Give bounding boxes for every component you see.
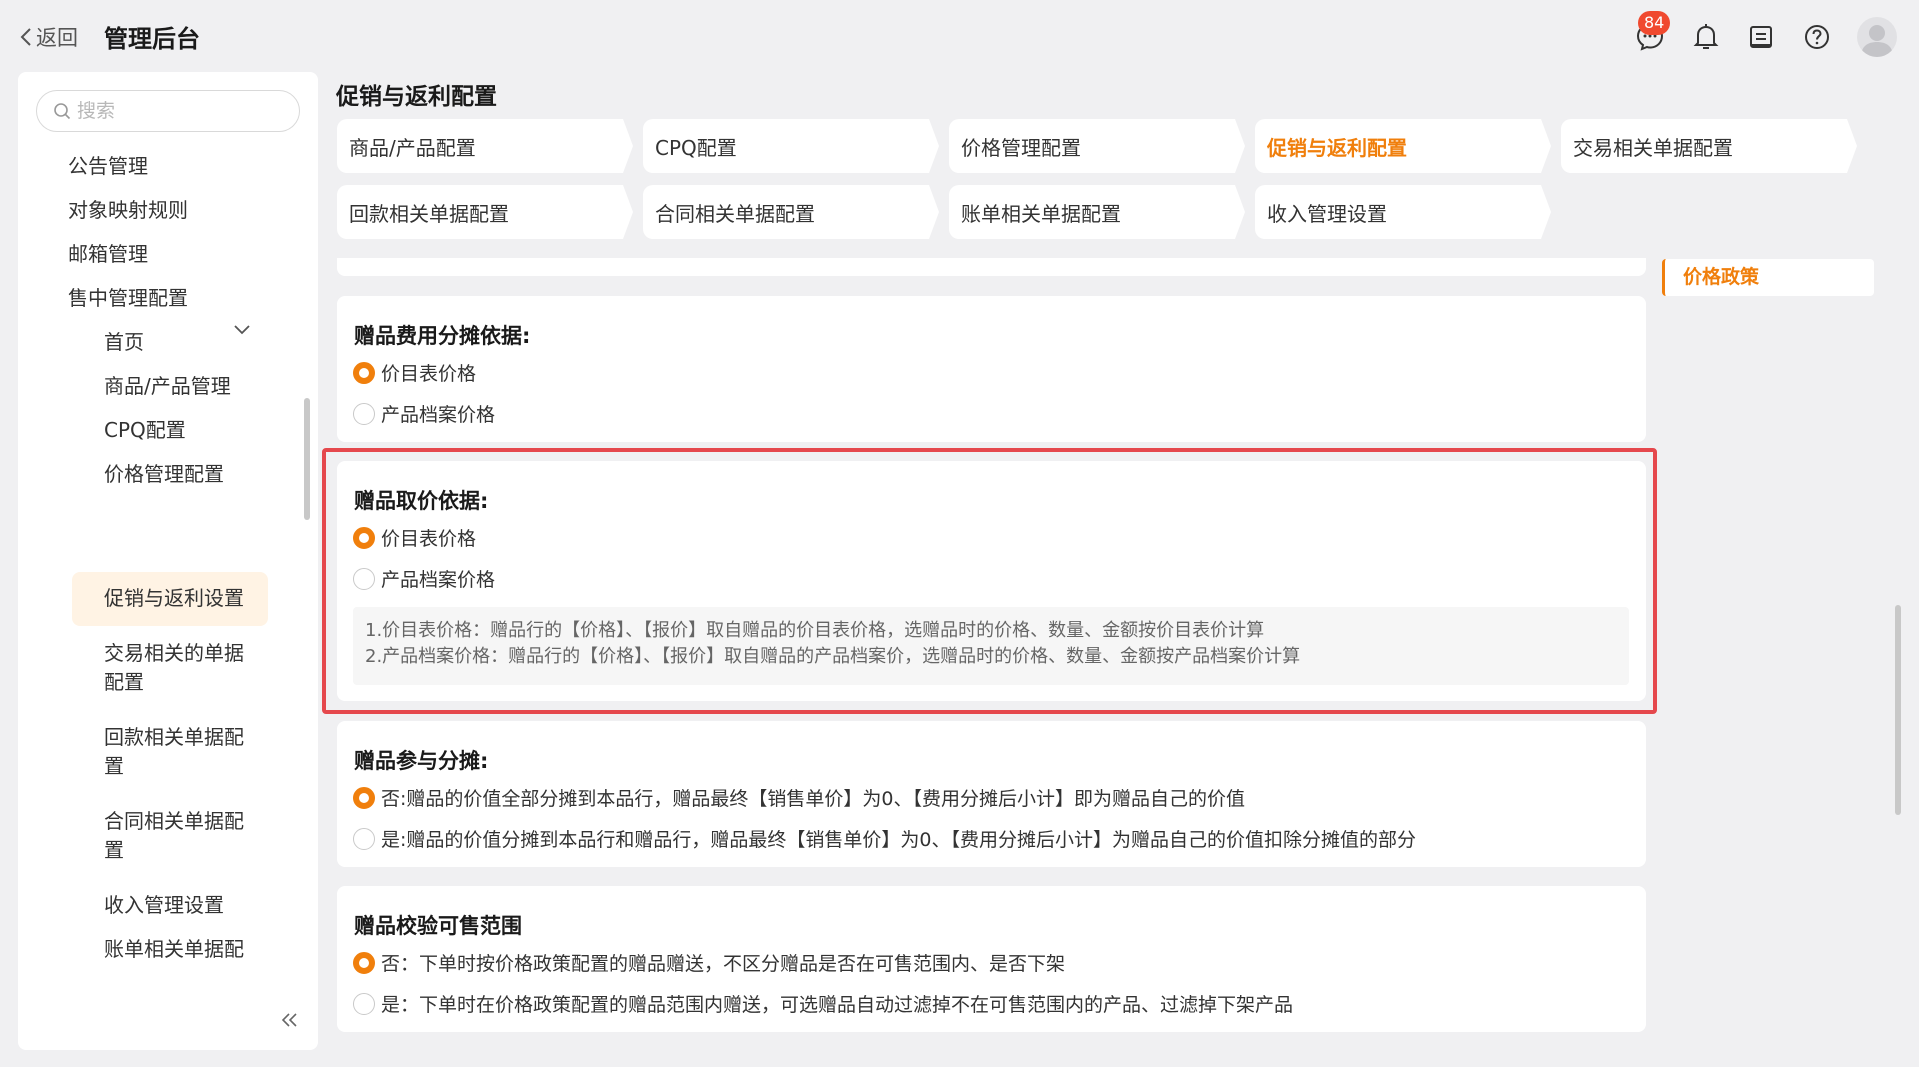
radio-label: 产品档案价格 <box>381 569 496 591</box>
sidebar-subitem-pricing[interactable]: 价格管理配置 <box>86 460 256 489</box>
sidebar: 公告管理 对象映射规则 邮箱管理 售中管理配置 首页 商品/产品管理 CPQ配置… <box>18 72 318 1050</box>
sidebar-subitem-trade-docs[interactable]: 交易相关的单据配置 <box>86 639 256 697</box>
section-title: 赠品取价依据: <box>354 489 489 513</box>
tab-payment-docs[interactable]: 回款相关单据配置 <box>337 185 633 239</box>
tab-trade-docs[interactable]: 交易相关单据配置 <box>1561 119 1857 173</box>
sidebar-subitem-payment-docs[interactable]: 回款相关单据配置 <box>86 723 256 781</box>
radio-option[interactable]: 是：下单时在价格政策配置的赠品范围内赠送，可选赠品自动过滤掉不在可售范围内的产品… <box>353 990 1293 1017</box>
tab-bill-docs[interactable]: 账单相关单据配置 <box>949 185 1245 239</box>
section-title: 赠品费用分摊依据: <box>354 324 531 348</box>
radio-label: 产品档案价格 <box>381 404 496 426</box>
radio-empty-icon[interactable] <box>353 992 375 1015</box>
radio-empty-icon[interactable] <box>353 827 375 850</box>
chevron-left-icon <box>20 28 31 46</box>
bell-icon[interactable] <box>1691 22 1721 52</box>
radio-empty-icon[interactable] <box>353 402 375 425</box>
tab-product-config[interactable]: 商品/产品配置 <box>337 119 633 173</box>
back-label: 返回 <box>36 26 78 50</box>
sidebar-item-announcements[interactable]: 公告管理 <box>68 152 148 180</box>
app-title: 管理后台 <box>104 25 200 53</box>
radio-selected-icon[interactable] <box>353 526 375 549</box>
sidebar-subitem-promotion[interactable]: 促销与返利设置 <box>72 572 268 626</box>
section-title: 赠品参与分摊: <box>354 749 489 773</box>
page-title: 促销与返利配置 <box>336 84 497 110</box>
radio-option[interactable]: 是:赠品的价值分摊到本品行和赠品行，赠品最终【销售单价】为0、【费用分摊后小计】… <box>353 825 1416 852</box>
anchor-price-policy[interactable]: 价格政策 <box>1662 259 1874 296</box>
radio-option[interactable]: 价目表价格 <box>353 524 476 551</box>
tab-contract-docs[interactable]: 合同相关单据配置 <box>643 185 939 239</box>
radio-label: 价目表价格 <box>381 528 477 550</box>
radio-label: 是：下单时在价格政策配置的赠品范围内赠送，可选赠品自动过滤掉不在可售范围内的产品… <box>381 994 1294 1016</box>
section-gift-cost-allocation: 赠品费用分摊依据: 价目表价格 产品档案价格 <box>337 296 1646 442</box>
radio-label: 价目表价格 <box>381 363 477 385</box>
sidebar-item-in-sale-config[interactable]: 售中管理配置 <box>68 284 188 312</box>
section-gift-sale-scope: 赠品校验可售范围 否：下单时按价格政策配置的赠品赠送，不区分赠品是否在可售范围内… <box>337 886 1646 1032</box>
back-button[interactable]: 返回 <box>20 22 78 52</box>
radio-selected-icon[interactable] <box>353 361 375 384</box>
sidebar-subitem-contract-docs[interactable]: 合同相关单据配置 <box>86 807 256 865</box>
top-bar: 返回 管理后台 84 <box>0 0 1919 70</box>
tab-cpq-config[interactable]: CPQ配置 <box>643 119 939 173</box>
radio-option[interactable]: 否：下单时按价格政策配置的赠品赠送，不区分赠品是否在可售范围内、是否下架 <box>353 949 1065 976</box>
radio-option[interactable]: 产品档案价格 <box>353 565 495 592</box>
radio-option[interactable]: 价目表价格 <box>353 359 476 386</box>
radio-empty-icon[interactable] <box>353 567 375 590</box>
radio-label: 是:赠品的价值分摊到本品行和赠品行，赠品最终【销售单价】为0、【费用分摊后小计】… <box>381 829 1416 851</box>
radio-label: 否：下单时按价格政策配置的赠品赠送，不区分赠品是否在可售范围内、是否下架 <box>381 953 1066 975</box>
sidebar-scrollbar[interactable] <box>304 398 310 520</box>
radio-option[interactable]: 否:赠品的价值全部分摊到本品行，赠品最终【销售单价】为0、【费用分摊后小计】即为… <box>353 784 1245 811</box>
prev-card-edge <box>337 258 1646 276</box>
user-icon <box>1861 25 1893 57</box>
radio-label: 否:赠品的价值全部分摊到本品行，赠品最终【销售单价】为0、【费用分摊后小计】即为… <box>381 788 1245 810</box>
avatar[interactable] <box>1857 17 1897 57</box>
section-gift-allocation: 赠品参与分摊: 否:赠品的价值全部分摊到本品行，赠品最终【销售单价】为0、【费用… <box>337 721 1646 867</box>
sidebar-subitem-revenue[interactable]: 收入管理设置 <box>86 891 256 920</box>
message-badge: 84 <box>1638 11 1671 35</box>
radio-selected-icon[interactable] <box>353 786 375 809</box>
search-box[interactable] <box>36 90 300 132</box>
ledger-icon[interactable] <box>1746 22 1776 52</box>
sidebar-subitem-home[interactable]: 首页 <box>86 328 256 357</box>
tab-promotion-config[interactable]: 促销与返利配置 <box>1255 119 1551 173</box>
hint-box: 1.价目表价格：赠品行的【价格】、【报价】取自赠品的价目表价格，选赠品时的价格、… <box>353 607 1629 685</box>
collapse-sidebar-icon[interactable] <box>280 1012 300 1028</box>
section-title: 赠品校验可售范围 <box>354 914 522 938</box>
sidebar-item-object-mapping[interactable]: 对象映射规则 <box>68 196 188 224</box>
sidebar-subitem-cpq[interactable]: CPQ配置 <box>86 416 256 445</box>
radio-selected-icon[interactable] <box>353 951 375 974</box>
sidebar-subitem-product[interactable]: 商品/产品管理 <box>86 372 256 401</box>
tab-price-config[interactable]: 价格管理配置 <box>949 119 1245 173</box>
search-input[interactable] <box>77 100 277 122</box>
hint-line: 2.产品档案价格：赠品行的【价格】、【报价】取自赠品的产品档案价，选赠品时的价格… <box>365 646 1301 667</box>
tab-revenue-settings[interactable]: 收入管理设置 <box>1255 185 1551 239</box>
sidebar-subitem-bill-docs[interactable]: 账单相关单据配置 <box>86 935 256 963</box>
radio-option[interactable]: 产品档案价格 <box>353 400 495 427</box>
main-scrollbar[interactable] <box>1895 605 1901 815</box>
section-gift-pricing-basis: 赠品取价依据: 价目表价格 产品档案价格 1.价目表价格：赠品行的【价格】、【报… <box>337 461 1646 701</box>
search-icon <box>54 103 71 120</box>
help-icon[interactable] <box>1802 22 1832 52</box>
hint-line: 1.价目表价格：赠品行的【价格】、【报价】取自赠品的价目表价格，选赠品时的价格、… <box>365 620 1265 641</box>
sidebar-item-mailbox[interactable]: 邮箱管理 <box>68 240 148 268</box>
